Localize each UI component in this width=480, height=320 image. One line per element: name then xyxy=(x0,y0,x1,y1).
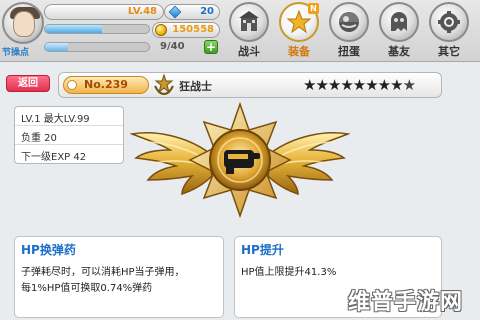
nav-label-equipment: 装备 xyxy=(288,45,310,58)
skill-title-1: HP换弹药 xyxy=(21,243,76,257)
skill-desc-2-line1: HP值上限提升41.3% xyxy=(241,267,337,278)
nav-label-battle: 战斗 xyxy=(238,45,260,58)
weapon-stats-box: LV.1 最大LV.99 负重 20 下一级EXP 42 xyxy=(14,106,124,164)
weapon-name: 狂战士 xyxy=(179,80,212,93)
skill-title-2: HP提升 xyxy=(241,243,284,257)
skill-card-1: HP换弹药 子弹耗尽时，可以消耗HP当子弹用， 每1%HP值可换取0.74%弹药 xyxy=(14,236,224,318)
nav-battle[interactable]: 战斗 xyxy=(226,2,272,60)
weapon-number: No.239 xyxy=(84,78,128,91)
nav-gacha[interactable]: 扭蛋 xyxy=(326,2,372,60)
winged-badge-emblem xyxy=(130,101,350,219)
stat-weight: 负重 20 xyxy=(15,126,123,145)
nav-label-friends: 基友 xyxy=(388,45,410,58)
add-stamina-button[interactable]: + xyxy=(204,40,218,54)
coin-icon xyxy=(155,24,167,36)
ghost-icon xyxy=(391,12,407,31)
stamina-bar xyxy=(44,42,150,52)
weapon-number-pill: No.239 xyxy=(63,76,149,94)
stars-empty: ★ xyxy=(402,76,416,94)
xp-bar-fill xyxy=(45,25,103,33)
building-icon xyxy=(239,11,259,31)
gold-count: 150558 xyxy=(172,24,214,35)
site-watermark: 维普手游网 xyxy=(348,290,464,315)
rank-emblem-icon xyxy=(154,74,174,96)
weapon-header: No.239 狂战士 ★★★★★★★★★ xyxy=(58,72,442,98)
nav-other[interactable]: 其它 xyxy=(426,2,472,60)
level-bar: LV.48 xyxy=(44,4,164,20)
skill-desc-1-line1: 子弹耗尽时，可以消耗HP当子弹用， xyxy=(21,267,185,278)
rarity-stars: ★★★★★★★★★ xyxy=(303,76,416,94)
stamina-value: 9/40 xyxy=(160,41,185,52)
stamina-bar-fill xyxy=(45,43,69,51)
stamina-label: 节操点 xyxy=(2,48,30,58)
new-badge: N xyxy=(308,3,319,14)
nav-label-gacha: 扭蛋 xyxy=(338,45,360,58)
diamond-icon xyxy=(168,5,182,19)
gold-counter[interactable]: 150558 xyxy=(152,22,220,38)
pill-dot-icon xyxy=(67,80,77,90)
xp-bar xyxy=(44,24,150,34)
gear-icon xyxy=(438,11,460,33)
nav-label-other: 其它 xyxy=(438,45,460,58)
skill-desc-1-line2: 每1%HP值可换取0.74%弹药 xyxy=(21,283,153,294)
stat-level: LV.1 最大LV.99 xyxy=(15,107,123,126)
player-avatar[interactable] xyxy=(2,2,44,44)
gem-count: 20 xyxy=(200,6,214,17)
capsule-icon xyxy=(339,12,359,32)
stat-next-exp: 下一级EXP 42 xyxy=(21,152,87,163)
nav-equipment[interactable]: N 装备 xyxy=(276,2,322,60)
stars-filled: ★★★★★★★★ xyxy=(303,76,404,94)
top-hud: LV.48 20 150558 节操点 9/40 + 战斗 N 装备 扭蛋 基友… xyxy=(0,0,480,62)
back-button[interactable]: 返回 xyxy=(6,75,50,92)
gem-counter[interactable]: 20 xyxy=(164,4,220,20)
player-level: LV.48 xyxy=(127,6,157,17)
nav-friends[interactable]: 基友 xyxy=(376,2,422,60)
